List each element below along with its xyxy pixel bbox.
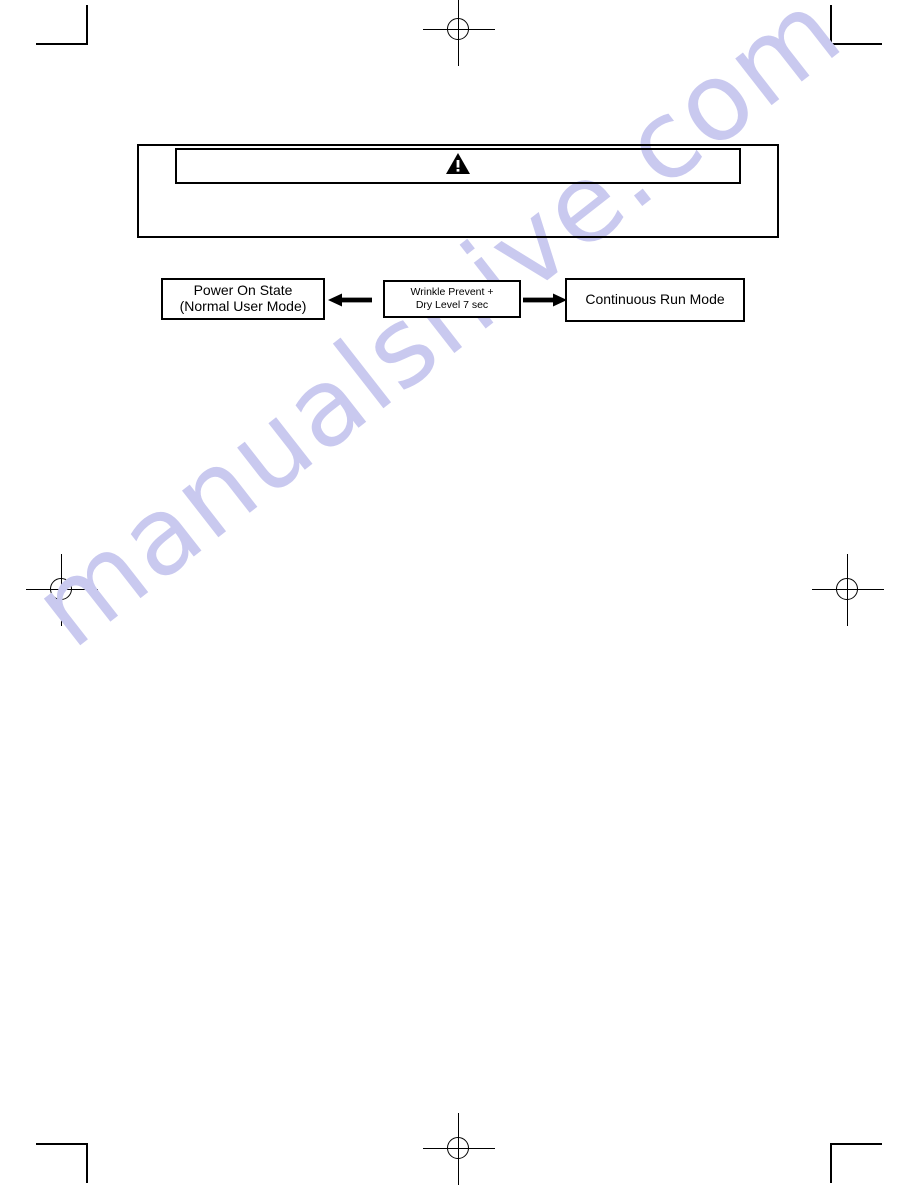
- flow-box-continuous-run-mode: Continuous Run Mode: [565, 278, 745, 322]
- registration-circle: [50, 578, 72, 600]
- flow-box-label-line: Continuous Run Mode: [585, 291, 725, 308]
- crop-mark-horizontal-rule: [36, 1143, 88, 1145]
- crop-mark-horizontal-rule: [830, 1143, 882, 1145]
- flow-arrow-left-to-power-on-state: [328, 293, 372, 307]
- registration-mark-bottom-center: [423, 1113, 495, 1185]
- flow-box-power-on-state: Power On State (Normal User Mode): [161, 278, 325, 320]
- flow-box-label-line: (Normal User Mode): [179, 298, 307, 314]
- flow-arrow-right-to-continuous-run-mode: [523, 293, 567, 307]
- registration-circle: [447, 1137, 469, 1159]
- crop-mark-horizontal-rule: [36, 43, 88, 45]
- warning-notice: [137, 144, 779, 238]
- crop-mark-top-left: [36, 5, 88, 45]
- registration-circle: [447, 18, 469, 40]
- flow-box-label-line: Dry Level 7 sec: [415, 299, 489, 311]
- mode-flow-diagram: Power On State (Normal User Mode) Wrinkl…: [0, 272, 918, 332]
- crop-mark-vertical-rule: [830, 5, 832, 45]
- page-watermark: manualshive.com: [11, 0, 865, 672]
- crop-mark-top-right: [830, 5, 882, 45]
- registration-mark-right-middle: [812, 554, 884, 626]
- flow-box-wrinkle-prevent-dry-level: Wrinkle Prevent + Dry Level 7 sec: [383, 280, 521, 318]
- flow-box-label-line: Power On State: [193, 282, 293, 299]
- crop-mark-bottom-right: [830, 1143, 882, 1183]
- crop-mark-vertical-rule: [86, 5, 88, 45]
- crop-mark-vertical-rule: [830, 1143, 832, 1183]
- warning-triangle-icon: [445, 152, 471, 180]
- registration-mark-left-middle: [26, 554, 98, 626]
- crop-mark-horizontal-rule: [830, 43, 882, 45]
- registration-mark-top-center: [423, 0, 495, 66]
- crop-mark-bottom-left: [36, 1143, 88, 1183]
- crop-mark-vertical-rule: [86, 1143, 88, 1183]
- flow-box-label-line: Wrinkle Prevent +: [410, 285, 494, 298]
- warning-banner: [175, 148, 741, 184]
- registration-circle: [836, 578, 858, 600]
